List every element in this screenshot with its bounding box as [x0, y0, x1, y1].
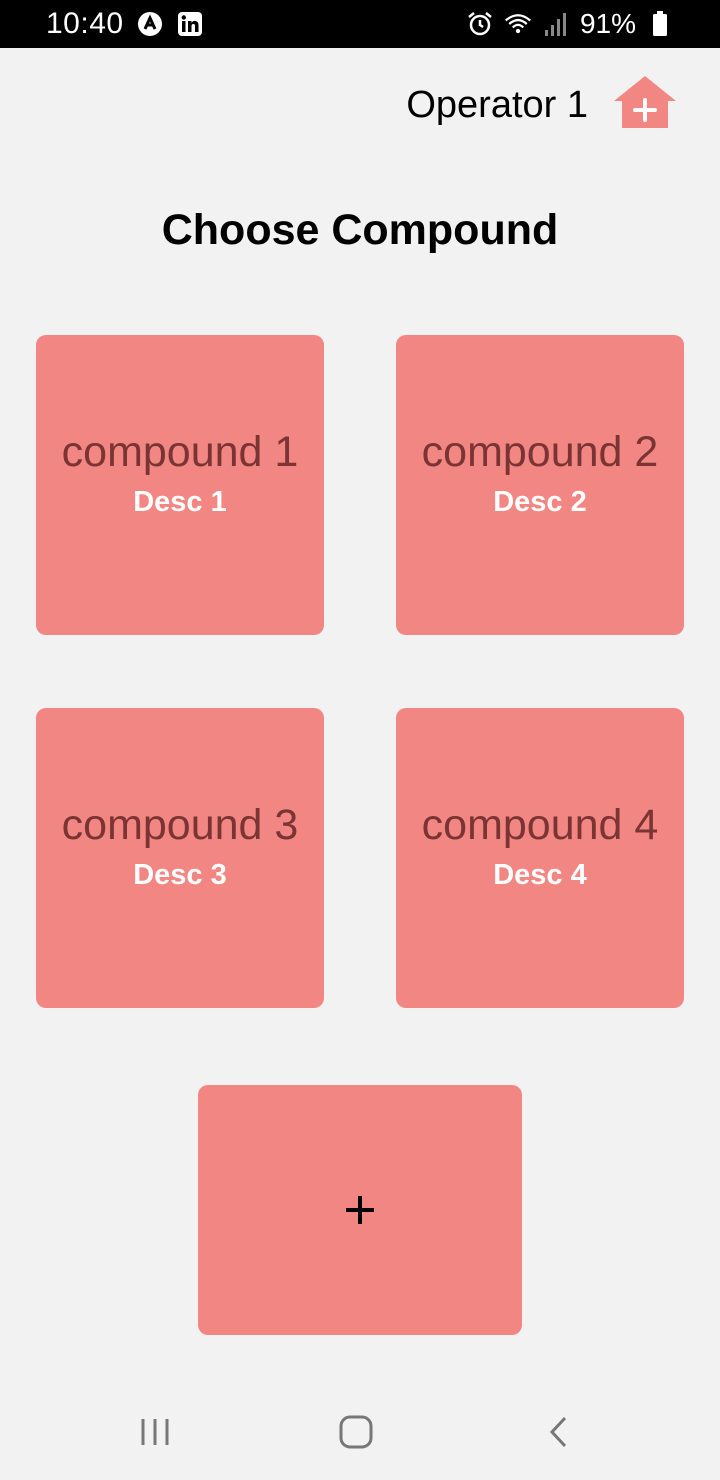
back-icon [549, 1416, 567, 1448]
compound-desc: Desc 1 [133, 486, 227, 518]
compound-tile-2[interactable]: compound 2 Desc 2 [396, 335, 684, 635]
home-add-icon [614, 76, 676, 128]
compound-desc: Desc 4 [493, 859, 587, 891]
home-button[interactable] [326, 1410, 386, 1454]
compound-tile-3[interactable]: compound 3 Desc 3 [36, 708, 324, 1008]
operator-label: Operator 1 [406, 84, 588, 126]
compound-desc: Desc 2 [493, 486, 587, 518]
status-time: 10:40 [46, 7, 124, 40]
status-bar: 10:40 91% [0, 0, 720, 48]
compound-name: compound 1 [61, 428, 299, 476]
compound-desc: Desc 3 [133, 859, 227, 891]
status-left: 10:40 [46, 7, 204, 41]
signal-icon [542, 10, 570, 38]
compound-name: compound 2 [421, 428, 659, 476]
linkedin-icon [176, 10, 204, 38]
page-title: Choose Compound [161, 206, 559, 254]
recents-icon [141, 1419, 169, 1445]
battery-percent: 91% [579, 8, 636, 39]
battery-icon [646, 10, 674, 38]
add-home-button[interactable] [612, 74, 678, 130]
status-right: 91% [466, 8, 674, 40]
compound-name: compound 4 [421, 801, 659, 849]
add-compound-button[interactable] [198, 1085, 522, 1335]
back-button[interactable] [528, 1410, 588, 1454]
recents-button[interactable] [125, 1410, 185, 1454]
compound-tile-1[interactable]: compound 1 Desc 1 [36, 335, 324, 635]
nav-bar [0, 1380, 720, 1480]
compound-name: compound 3 [61, 801, 299, 849]
wifi-icon [504, 10, 532, 38]
home-icon [339, 1415, 373, 1449]
compound-tile-4[interactable]: compound 4 Desc 4 [396, 708, 684, 1008]
android-icon [136, 10, 164, 38]
plus-icon [346, 1196, 374, 1224]
alarm-icon [466, 10, 494, 38]
